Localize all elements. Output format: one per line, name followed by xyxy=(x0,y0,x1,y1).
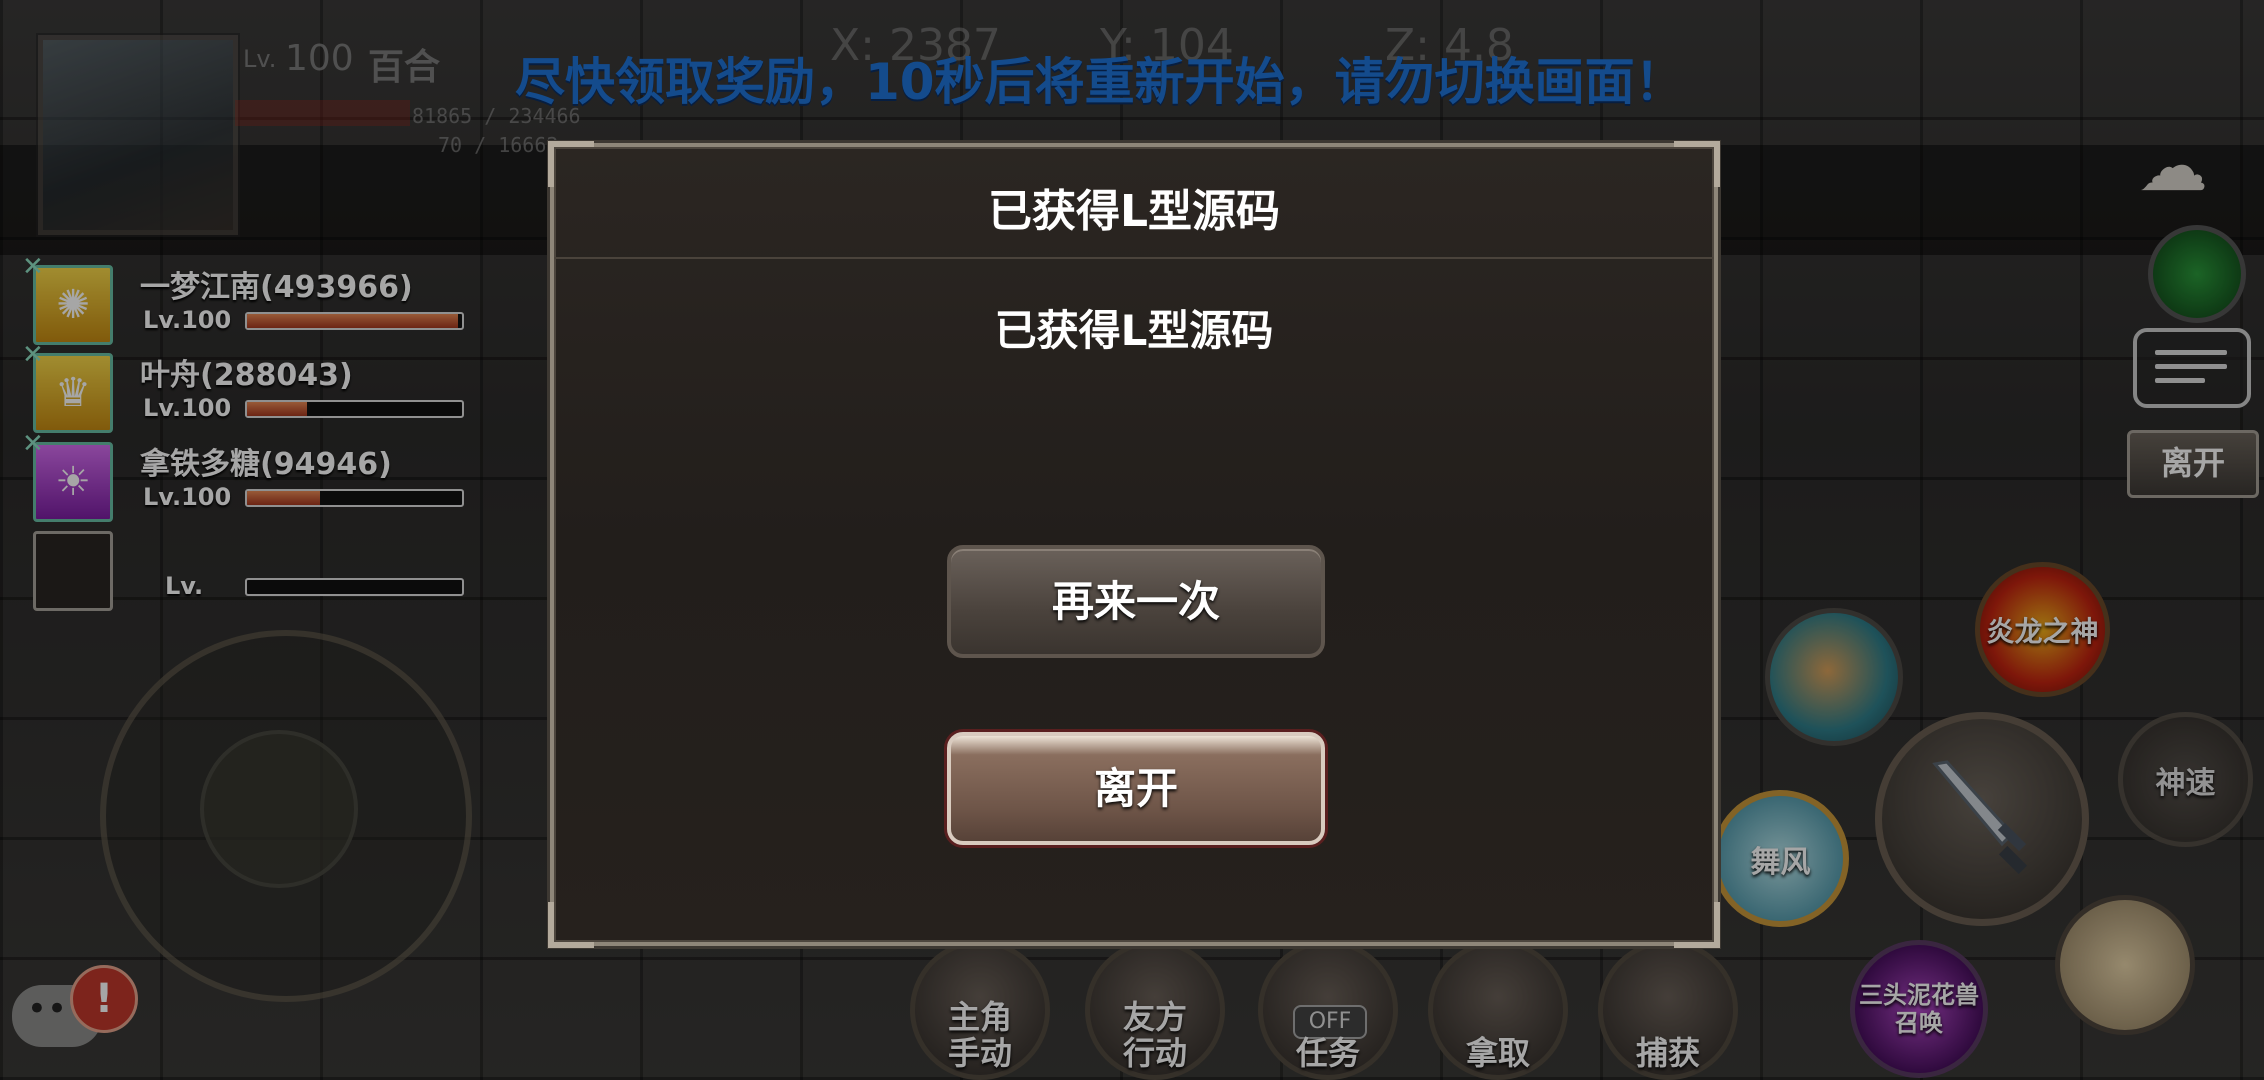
dialog-message: 已获得L型源码 xyxy=(994,306,1274,355)
dialog-titlebar: 已获得L型源码 xyxy=(554,147,1714,259)
retry-button[interactable]: 再来一次 xyxy=(947,545,1325,658)
leave-button[interactable]: 离开 xyxy=(947,732,1325,845)
dialog-title: 已获得L型源码 xyxy=(987,186,1281,237)
reward-dialog: 已获得L型源码 已获得L型源码 再来一次 离开 xyxy=(548,141,1720,948)
